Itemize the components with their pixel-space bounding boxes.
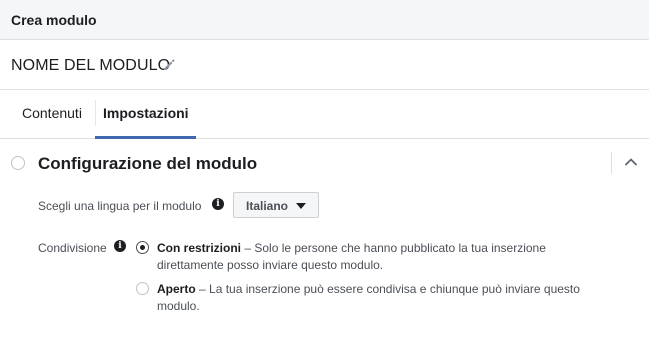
top-header: Crea modulo	[0, 0, 649, 40]
radio-con-restrizioni[interactable]	[136, 241, 149, 254]
option-aperto[interactable]: Aperto – La tua inserzione può essere co…	[157, 281, 587, 315]
tab-bar: Contenuti Impostazioni	[0, 90, 649, 139]
info-icon[interactable]: i	[114, 240, 126, 252]
tab-contenuti[interactable]: Contenuti	[22, 105, 82, 121]
section-title: Configurazione del modulo	[38, 154, 258, 173]
language-select[interactable]: Italiano	[233, 192, 319, 218]
language-label: Scegli una lingua per il modulo	[38, 199, 202, 213]
active-tab-indicator	[95, 136, 196, 139]
info-icon[interactable]: i	[212, 198, 224, 210]
pencil-icon[interactable]	[162, 58, 176, 72]
radio-selected-dot	[140, 245, 145, 250]
tab-impostazioni[interactable]: Impostazioni	[103, 105, 189, 121]
caret-down-icon	[296, 203, 306, 209]
tab-divider	[95, 100, 96, 126]
section-divider	[611, 152, 612, 174]
option-title: Aperto	[157, 282, 196, 296]
chevron-up-icon[interactable]	[624, 156, 638, 168]
language-select-value: Italiano	[246, 199, 289, 213]
form-name-row: NOME DEL MODULO	[0, 41, 649, 90]
header-title: Crea modulo	[11, 12, 97, 28]
option-con-restrizioni[interactable]: Con restrizioni – Solo le persone che ha…	[157, 240, 587, 274]
radio-aperto[interactable]	[136, 282, 149, 295]
form-name-title: NOME DEL MODULO	[11, 57, 171, 74]
section-status-radio[interactable]	[11, 156, 25, 170]
option-description: – La tua inserzione può essere condivisa…	[157, 282, 580, 313]
sharing-label: Condivisione	[38, 241, 107, 255]
option-title: Con restrizioni	[157, 241, 242, 255]
